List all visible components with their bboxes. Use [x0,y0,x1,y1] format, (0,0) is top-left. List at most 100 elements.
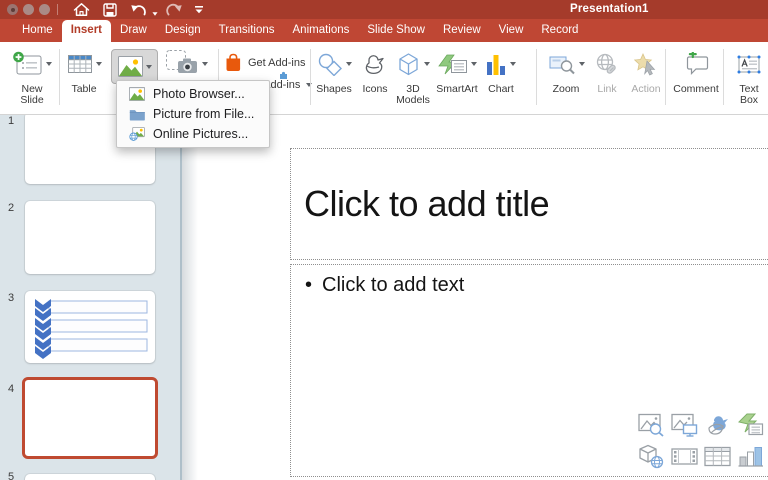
screenshot-button[interactable] [160,46,212,82]
bullet-glyph: • [305,274,312,297]
tab-insert[interactable]: Insert [62,20,111,42]
tab-transitions[interactable]: Transitions [210,20,284,42]
new-slide-icon [12,51,43,78]
chevron-down-icon [96,62,102,66]
shapes-icon [317,53,343,76]
undo-menu-arrow[interactable] [152,6,158,21]
action-button: Action [624,46,668,95]
zoom-button[interactable]: Zoom [543,46,589,95]
save-button[interactable] [103,2,117,17]
slide-thumbnail-5[interactable] [25,474,155,480]
screenshot-icon [165,49,199,79]
tab-view[interactable]: View [490,20,533,42]
chevron-down-icon [579,62,585,66]
tab-review[interactable]: Review [434,20,490,42]
group-divider [723,49,724,105]
tab-home[interactable]: Home [13,20,62,42]
chevron-down-icon [510,62,516,66]
duck-icon [363,52,388,76]
tab-animations[interactable]: Animations [284,20,359,42]
insert-video-icon[interactable] [671,444,698,469]
redo-button[interactable] [166,2,183,17]
ribbon-label: Icons [362,84,387,95]
home-quick-button[interactable] [73,2,90,17]
chevron-down-icon [424,62,430,66]
close-window-button[interactable] [7,4,18,15]
insert-icons-icon[interactable] [704,412,731,437]
menu-item-online-pictures[interactable]: Online Pictures... [117,124,269,144]
tab-slide-show[interactable]: Slide Show [358,20,434,42]
slide-number: 4 [8,383,14,395]
ribbon-label: Comment [673,84,719,95]
slide-canvas: Click to add title • Click to add text [182,115,768,480]
insert-smartart-icon[interactable] [737,412,764,437]
body-placeholder-text: Click to add text [322,274,464,297]
ribbon-label: Text Box [734,84,764,106]
group-divider [59,49,60,105]
smartart-button[interactable]: SmartArt [432,46,482,95]
chevron-down-icon [346,62,352,66]
table-icon [67,52,93,76]
slide-thumbnail-2[interactable] [25,201,155,274]
undo-icon [130,3,147,17]
title-placeholder[interactable]: Click to add title [290,148,768,260]
3d-models-button[interactable]: 3D Models [390,46,436,106]
text-box-icon [735,53,763,76]
undo-button[interactable] [130,2,147,17]
slide-number: 5 [8,471,14,480]
menu-item-label: Online Pictures... [153,127,248,141]
workspace: 1 2 3 4 5 [0,115,768,480]
menu-item-picture-from-file[interactable]: Picture from File... [117,104,269,124]
unsaved-dot [11,8,15,12]
group-divider [310,49,311,105]
redo-icon [166,3,183,17]
action-icon [634,53,658,76]
chevron-down-icon [146,65,152,69]
toolbar-overflow-icon [194,5,204,14]
tab-draw[interactable]: Draw [111,20,156,42]
chevron-down-icon [46,62,52,66]
comment-icon [684,52,709,76]
comment-button[interactable]: Comment [670,46,722,95]
new-slide-button[interactable]: New Slide [6,46,58,106]
menu-item-photo-browser[interactable]: Photo Browser... [117,84,269,104]
smartart-icon [438,53,468,75]
chevron-down-icon [471,62,477,66]
body-placeholder[interactable]: • Click to add text [290,264,768,477]
tab-design[interactable]: Design [156,20,210,42]
zoom-window-button[interactable] [39,4,50,15]
online-pictures-icon [129,127,145,141]
insert-table-icon[interactable] [704,444,731,469]
chart-button[interactable]: Chart [480,46,522,95]
menu-item-label: Photo Browser... [153,87,245,101]
menu-item-label: Picture from File... [153,107,254,121]
group-divider [536,49,537,105]
insert-picture-icon[interactable] [671,412,698,437]
minimize-window-button[interactable] [23,4,34,15]
chevron-down-icon [152,12,157,15]
table-button[interactable]: Table [62,46,106,95]
link-button: Link [588,46,626,95]
shapes-button[interactable]: Shapes [312,46,356,95]
save-icon [103,3,117,17]
pictures-button[interactable] [111,49,158,84]
icons-button[interactable]: Icons [356,46,394,95]
chart-icon [486,53,507,76]
slide-number: 3 [8,292,14,304]
insert-3d-model-icon[interactable] [638,444,665,469]
quick-access-overflow-button[interactable] [194,2,204,17]
document-title: Presentation1 [570,3,649,15]
get-addins-button[interactable]: Get Add-ins [225,53,305,72]
slide-thumbnail-4-selected[interactable] [22,377,158,459]
text-box-button[interactable]: Text Box [729,46,768,106]
ribbon-label: Shapes [316,84,352,95]
photo-browser-icon [129,87,145,101]
addins-store-icon [225,53,242,72]
insert-chart-icon[interactable] [737,444,764,469]
smartart-list-graphic [29,299,151,359]
slide-zoom-icon [548,53,576,75]
stock-image-icon[interactable] [638,412,665,437]
slide-thumbnail-3[interactable] [25,291,155,363]
link-icon [595,53,619,76]
tab-record[interactable]: Record [532,20,587,42]
